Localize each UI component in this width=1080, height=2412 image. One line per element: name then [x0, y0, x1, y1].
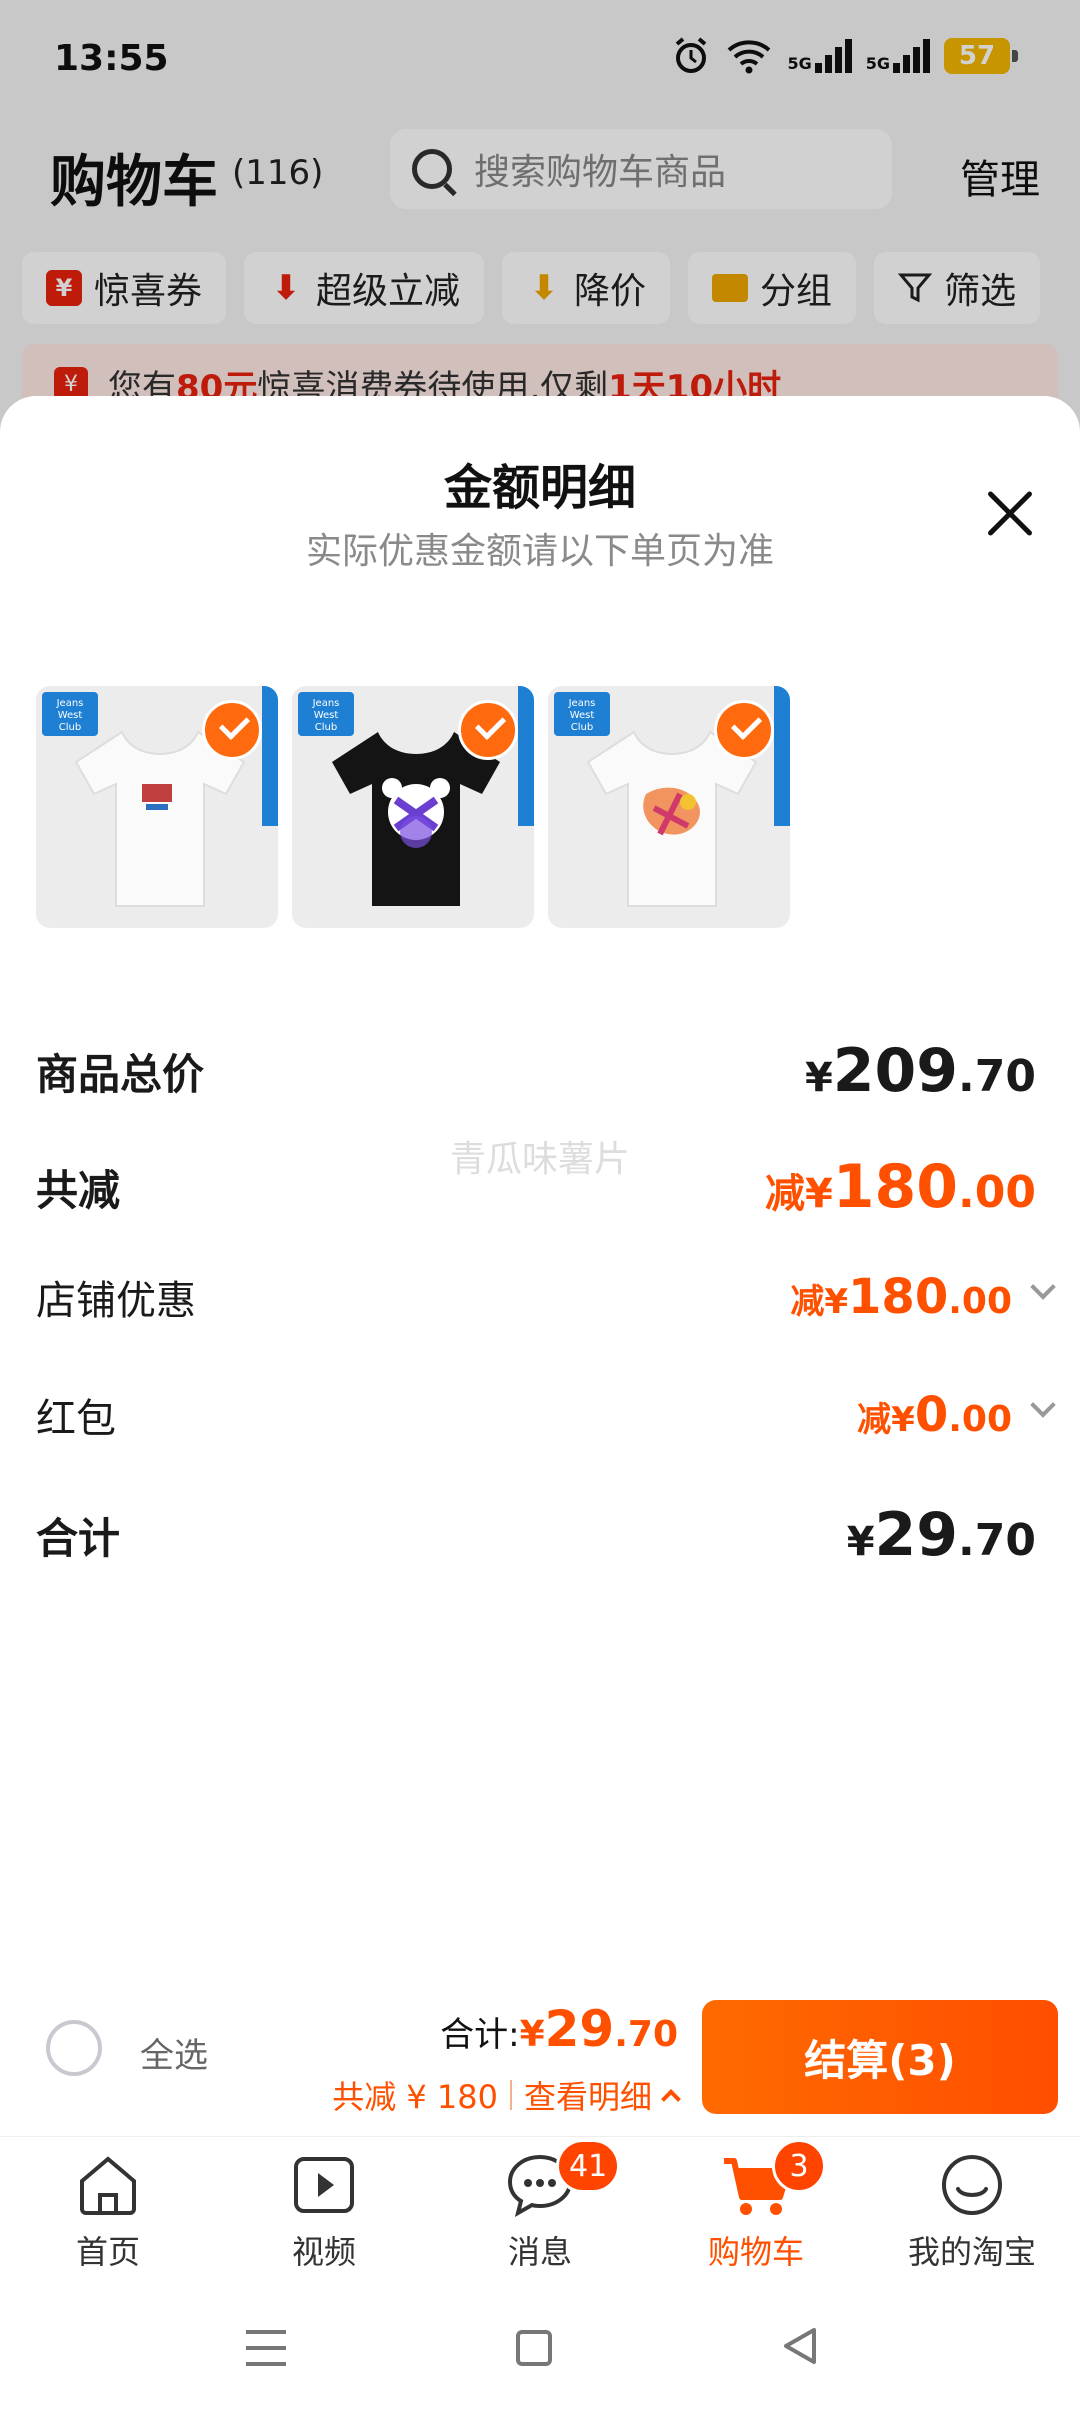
total-row: 合计 ¥29.70 [36, 1500, 1044, 1570]
video-icon [294, 2157, 354, 2213]
total-discount-label: 共减 [36, 1165, 121, 1215]
view-detail-link[interactable]: 查看明细 [524, 2072, 652, 2118]
selected-check-icon[interactable] [458, 700, 518, 760]
total-amount: ¥29.70 [846, 1500, 1036, 1570]
chevron-up-icon [661, 2089, 681, 2109]
select-all-radio[interactable] [46, 2020, 102, 2076]
bottom-tab-bar: 首页 视频 消息 41 购物车 3 我的淘宝 [0, 2136, 1080, 2286]
product-thumbnails: Jeans West Club Jeans West Club Jeans West Clu… [36, 686, 790, 928]
checkout-total: 合计: ¥29.70 [440, 2000, 678, 2058]
subtotal-amount: ¥209.70 [804, 1036, 1036, 1106]
shop-discount-amount: 减 ¥180.00 [790, 1269, 1012, 1325]
shop-discount-row[interactable]: 店铺优惠 减 ¥180.00 [36, 1268, 1056, 1326]
red-packet-row[interactable]: 红包 减 ¥0.00 [36, 1386, 1056, 1444]
selected-check-icon[interactable] [714, 700, 774, 760]
tab-my-taobao[interactable]: 我的淘宝 [864, 2137, 1080, 2287]
tab-cart[interactable]: 购物车 3 [648, 2137, 864, 2287]
home-icon [80, 2156, 136, 2215]
message-badge: 41 [556, 2139, 621, 2193]
menu-icon[interactable] [246, 2330, 286, 2366]
sheet-title: 金额明细 [443, 460, 636, 516]
chevron-down-icon[interactable] [1030, 1274, 1056, 1300]
tab-message[interactable]: 消息 41 [432, 2137, 648, 2287]
subtotal-row: 商品总价 ¥209.70 [36, 1036, 1044, 1106]
tab-home[interactable]: 首页 [0, 2137, 216, 2287]
shop-discount-label: 店铺优惠 [36, 1278, 196, 1324]
total-discount-amount: 减 ¥180.00 [764, 1152, 1036, 1222]
checkout-bar: 全选 合计: ¥29.70 共减 ¥ 180 查看明细 结算(3) [0, 1980, 1080, 2140]
selected-check-icon[interactable] [202, 700, 262, 760]
system-nav-bar [0, 2286, 1080, 2412]
profile-icon [942, 2155, 1002, 2215]
red-packet-label: 红包 [36, 1396, 116, 1442]
red-packet-amount: 减 ¥0.00 [857, 1387, 1012, 1443]
total-label: 合计 [36, 1513, 121, 1563]
product-thumbnail[interactable]: Jeans West Club [292, 686, 534, 928]
product-thumbnail[interactable]: Jeans West Club [36, 686, 278, 928]
product-thumbnail[interactable]: Jeans West Club [548, 686, 790, 928]
total-discount-row: 共减 减 ¥180.00 [36, 1152, 1044, 1222]
tab-video[interactable]: 视频 [216, 2137, 432, 2287]
chevron-down-icon[interactable] [1030, 1392, 1056, 1418]
checkout-button[interactable]: 结算(3) [702, 2000, 1058, 2114]
sheet-subtitle: 实际优惠金额请以下单页为准 [305, 531, 774, 572]
subtotal-label: 商品总价 [36, 1049, 205, 1099]
select-all-label[interactable]: 全选 [140, 2028, 208, 2077]
home-square-icon[interactable] [516, 2330, 552, 2366]
back-icon[interactable] [780, 2326, 820, 2366]
cart-badge: 3 [772, 2139, 826, 2193]
close-icon[interactable] [982, 486, 1038, 542]
checkout-saving[interactable]: 共减 ¥ 180 查看明细 [332, 2072, 681, 2118]
